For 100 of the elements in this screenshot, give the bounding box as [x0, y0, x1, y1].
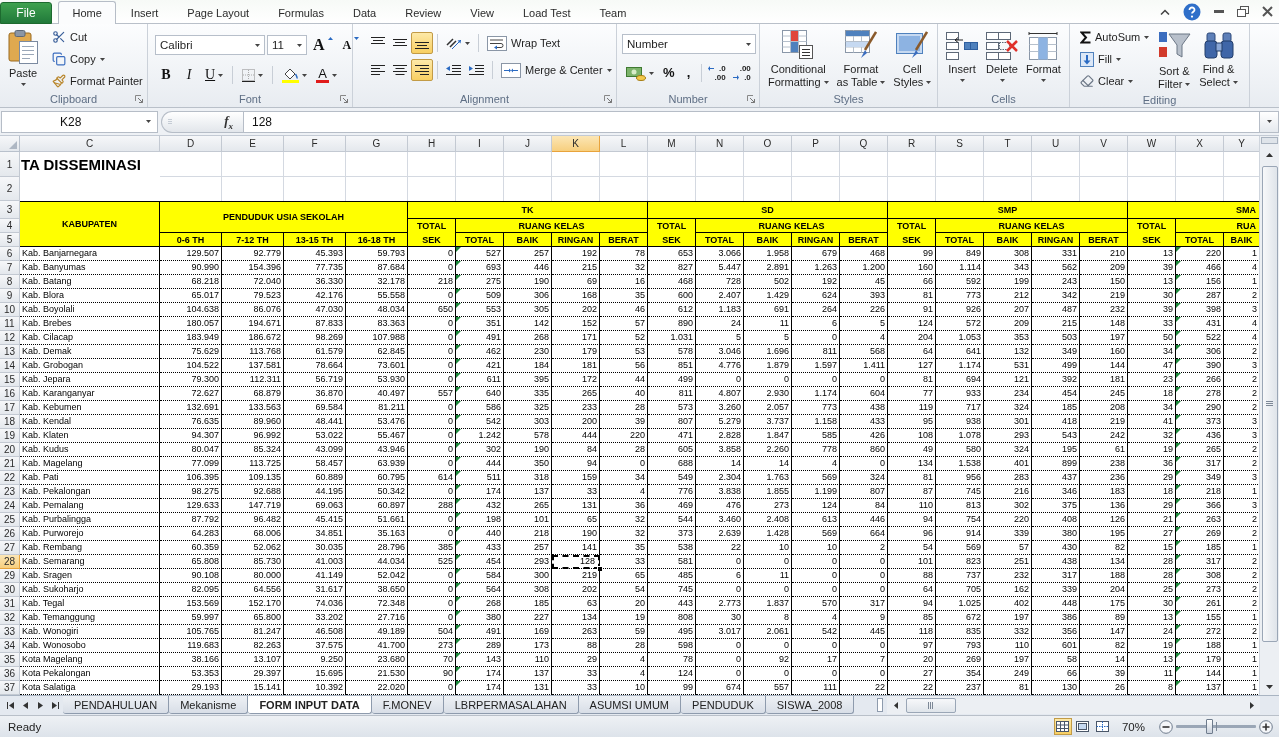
- scrollbar-thumb[interactable]: [1261, 166, 1278, 642]
- ribbon-tab[interactable]: Team: [585, 1, 641, 24]
- help-button[interactable]: [1181, 1, 1203, 22]
- insert-function-button[interactable]: f$_{x}$: [222, 112, 235, 131]
- row-header[interactable]: 13: [0, 345, 20, 359]
- scrollbar-thumb[interactable]: [906, 697, 956, 713]
- sheet-tab[interactable]: PENDUDUK: [681, 696, 766, 714]
- sheet-tab[interactable]: SISWA_2008: [765, 696, 855, 714]
- row-header[interactable]: 19: [0, 429, 20, 443]
- paste-button[interactable]: Paste: [4, 27, 42, 87]
- normal-view-button[interactable]: [1053, 718, 1072, 735]
- ribbon-tab[interactable]: Page Layout: [172, 1, 264, 24]
- delete-button[interactable]: Delete: [982, 29, 1022, 83]
- column-header[interactable]: X: [1176, 136, 1224, 152]
- formula-field[interactable]: 128: [243, 110, 1260, 133]
- sheet-tab[interactable]: FORM INPUT DATA: [248, 696, 372, 714]
- row-header[interactable]: 21: [0, 457, 20, 471]
- row-header[interactable]: 24: [0, 499, 20, 513]
- row-header[interactable]: 18: [0, 415, 20, 429]
- increase-decimal-button[interactable]: .0 .00: [704, 62, 729, 84]
- clear-button[interactable]: Clear: [1076, 71, 1154, 91]
- ribbon-tab[interactable]: Data: [338, 1, 391, 24]
- number-format-box[interactable]: Number: [622, 34, 756, 54]
- row-header[interactable]: 32: [0, 611, 20, 625]
- row-header[interactable]: 10: [0, 303, 20, 317]
- format-button[interactable]: Format: [1022, 29, 1065, 83]
- format-painter-button[interactable]: Format Painter: [48, 71, 147, 91]
- dialog-launcher-icon[interactable]: [135, 95, 143, 103]
- ribbon-tab[interactable]: Review: [390, 1, 456, 24]
- page-layout-view-button[interactable]: [1073, 718, 1092, 735]
- dialog-launcher-icon[interactable]: [747, 95, 755, 103]
- underline-button[interactable]: U: [201, 64, 228, 86]
- row-header[interactable]: 1: [0, 152, 20, 177]
- row-header[interactable]: 3: [0, 201, 20, 219]
- ribbon-tab[interactable]: View: [455, 1, 509, 24]
- zoom-out-button[interactable]: [1159, 719, 1173, 734]
- dialog-launcher-icon[interactable]: [340, 95, 348, 103]
- column-header[interactable]: L: [600, 136, 648, 152]
- comma-button[interactable]: ,: [679, 62, 698, 84]
- column-header[interactable]: I: [456, 136, 504, 152]
- row-header[interactable]: 6: [0, 247, 20, 261]
- grow-font-button[interactable]: A: [309, 34, 337, 56]
- font-name-box[interactable]: Calibri: [155, 35, 265, 55]
- ribbon-tab[interactable]: Formulas: [263, 1, 339, 24]
- row-header[interactable]: 2: [0, 177, 20, 201]
- column-header[interactable]: V: [1080, 136, 1128, 152]
- decrease-decimal-button[interactable]: .00 .0: [729, 62, 754, 84]
- column-header[interactable]: Y: [1224, 136, 1259, 152]
- row-header[interactable]: 14: [0, 359, 20, 373]
- fill-handle[interactable]: [597, 566, 603, 572]
- merge-center-button[interactable]: Merge & Center: [497, 60, 616, 80]
- sheet-tab[interactable]: ASUMSI UMUM: [578, 696, 682, 714]
- row-header[interactable]: 11: [0, 317, 20, 331]
- column-header[interactable]: M: [648, 136, 696, 152]
- dialog-launcher-icon[interactable]: [604, 95, 612, 103]
- row-header[interactable]: 36: [0, 667, 20, 681]
- conditional-formatting-button[interactable]: Conditional Formatting: [764, 27, 833, 90]
- cut-button[interactable]: Cut: [48, 27, 147, 47]
- column-header[interactable]: S: [936, 136, 984, 152]
- row-header[interactable]: 34: [0, 639, 20, 653]
- column-header[interactable]: O: [744, 136, 792, 152]
- shrink-font-button[interactable]: A: [338, 34, 364, 56]
- bold-button[interactable]: B: [155, 64, 177, 86]
- column-header[interactable]: K: [552, 136, 600, 152]
- column-header[interactable]: C: [20, 136, 160, 152]
- page-break-view-button[interactable]: [1093, 718, 1112, 735]
- row-header[interactable]: 27: [0, 541, 20, 555]
- align-right-button[interactable]: [411, 59, 433, 81]
- zoom-slider-thumb[interactable]: [1205, 719, 1213, 734]
- fill-button[interactable]: Fill: [1076, 49, 1154, 69]
- column-header[interactable]: R: [888, 136, 936, 152]
- column-header[interactable]: H: [408, 136, 456, 152]
- file-tab[interactable]: File: [0, 2, 52, 24]
- copy-button[interactable]: Copy: [48, 49, 147, 69]
- row-header[interactable]: 12: [0, 331, 20, 345]
- row-header[interactable]: 25: [0, 513, 20, 527]
- column-header[interactable]: P: [792, 136, 840, 152]
- sheet-tab[interactable]: Mekanisme: [169, 696, 249, 714]
- column-header[interactable]: U: [1032, 136, 1080, 152]
- row-header[interactable]: 4: [0, 219, 20, 233]
- column-header[interactable]: N: [696, 136, 744, 152]
- zoom-level-button[interactable]: 70%: [1121, 720, 1145, 733]
- row-header[interactable]: 17: [0, 401, 20, 415]
- row-header[interactable]: 37: [0, 681, 20, 695]
- row-header[interactable]: 23: [0, 485, 20, 499]
- row-header[interactable]: 30: [0, 583, 20, 597]
- insert-button[interactable]: Insert: [942, 29, 982, 83]
- tab-split-handle[interactable]: [877, 698, 883, 712]
- column-header[interactable]: Q: [840, 136, 888, 152]
- row-header[interactable]: 20: [0, 443, 20, 457]
- row-header[interactable]: 8: [0, 275, 20, 289]
- row-header[interactable]: 35: [0, 653, 20, 667]
- percent-button[interactable]: %: [659, 62, 679, 84]
- italic-button[interactable]: I: [178, 64, 200, 86]
- row-header[interactable]: 31: [0, 597, 20, 611]
- column-header[interactable]: J: [504, 136, 552, 152]
- row-header[interactable]: 29: [0, 569, 20, 583]
- font-size-box[interactable]: 11: [267, 35, 307, 55]
- sort-filter-button[interactable]: Sort & Filter: [1153, 27, 1196, 92]
- row-header[interactable]: 33: [0, 625, 20, 639]
